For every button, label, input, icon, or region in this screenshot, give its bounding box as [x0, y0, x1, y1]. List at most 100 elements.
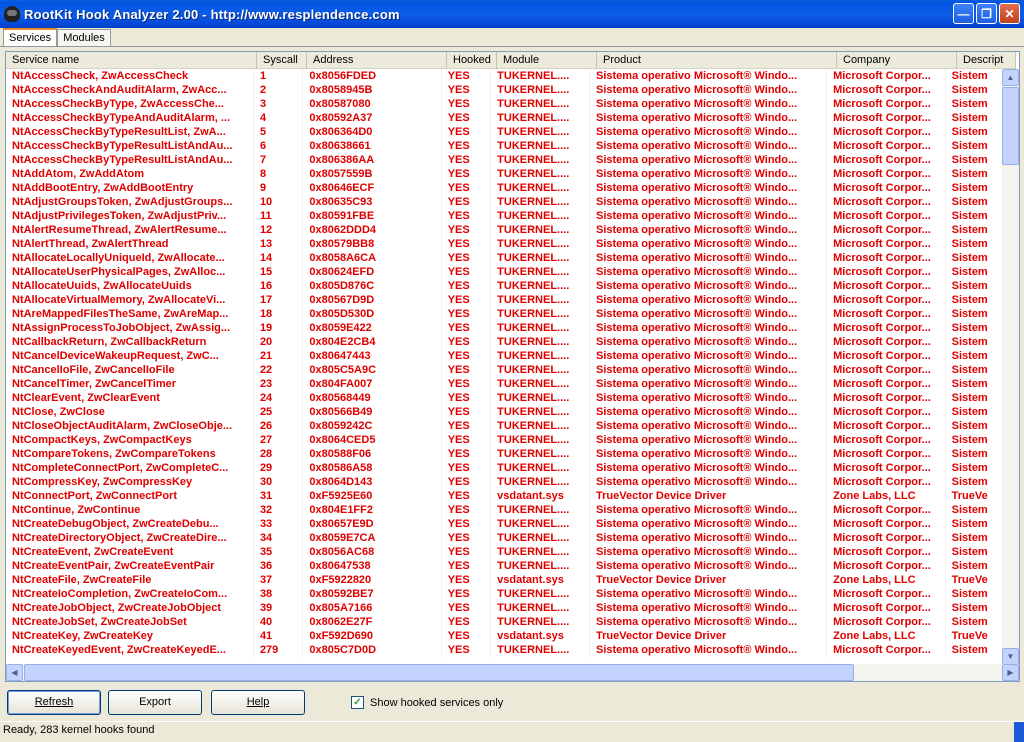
table-row[interactable]: NtCompareTokens, ZwCompareTokens 28 0x8058… [6, 447, 1004, 461]
table-row[interactable]: NtAddAtom, ZwAddAtom 8 0x8057559B YES TUKERN… [6, 167, 1004, 181]
table-row[interactable]: NtAccessCheckAndAuditAlarm, ZwAcc... 2 0x8… [6, 83, 1004, 97]
vertical-scroll-thumb[interactable] [1002, 87, 1019, 165]
table-cell: TUKERNEL.... [491, 363, 590, 377]
resize-grip-icon[interactable] [1014, 722, 1024, 742]
column-header[interactable]: Module [497, 52, 597, 69]
table-row[interactable]: NtAlertThread, ZwAlertThread 13 0x80579BB8… [6, 237, 1004, 251]
table-row[interactable]: NtAllocateVirtualMemory, ZwAllocateVi...… [6, 293, 1004, 307]
table-row[interactable]: NtCreateDebugObject, ZwCreateDebu... 33 0x… [6, 517, 1004, 531]
table-row[interactable]: NtCompleteConnectPort, ZwCompleteC... 29 0… [6, 461, 1004, 475]
table-row[interactable]: NtAssignProcessToJobObject, ZwAssig... 19… [6, 321, 1004, 335]
column-header[interactable]: Product [597, 52, 837, 69]
table-cell: TUKERNEL.... [491, 559, 590, 573]
table-row[interactable]: NtCreateEvent, ZwCreateEvent 35 0x8056AC68… [6, 545, 1004, 559]
table-cell: 14 [254, 251, 304, 265]
table-row[interactable]: NtCompressKey, ZwCompressKey 30 0x8064D143… [6, 475, 1004, 489]
hooked-only-checkbox[interactable]: ✓ Show hooked services only [351, 696, 503, 709]
table-row[interactable]: NtAllocateLocallyUniqueId, ZwAllocate...… [6, 251, 1004, 265]
table-row[interactable]: NtCreateEventPair, ZwCreateEventPair 36 0x… [6, 559, 1004, 573]
table-row[interactable]: NtAllocateUuids, ZwAllocateUuids 16 0x805D… [6, 279, 1004, 293]
vertical-scrollbar[interactable]: ▲ ▼ [1002, 69, 1019, 665]
table-cell: NtCreateJobSet, ZwCreateJobSet [6, 615, 254, 629]
scroll-left-icon[interactable]: ◀ [6, 664, 23, 681]
table-row[interactable]: NtAccessCheckByTypeResultListAndAu... 7 0x… [6, 153, 1004, 167]
table-cell: Sistem [946, 391, 1004, 405]
table-cell: Microsoft Corpor... [827, 545, 946, 559]
table-row[interactable]: NtCreateIoCompletion, ZwCreateIoCom... 38… [6, 587, 1004, 601]
tab-modules[interactable]: Modules [57, 29, 111, 47]
table-row[interactable]: NtCallbackReturn, ZwCallbackReturn 20 0x80… [6, 335, 1004, 349]
table-cell: Sistem [946, 405, 1004, 419]
table-cell: Sistem [946, 83, 1004, 97]
close-button[interactable]: ✕ [999, 3, 1020, 24]
table-row[interactable]: NtCreateDirectoryObject, ZwCreateDire...… [6, 531, 1004, 545]
table-row[interactable]: NtCloseObjectAuditAlarm, ZwCloseObje... 2… [6, 419, 1004, 433]
table-cell: 24 [254, 391, 304, 405]
services-list[interactable]: Service name Syscall Address Hooked Module Pr… [5, 51, 1020, 682]
table-row[interactable]: NtAccessCheck, ZwAccessCheck 1 0x8056FDED Y… [6, 69, 1004, 83]
table-row[interactable]: NtAddBootEntry, ZwAddBootEntry 9 0x80646EC… [6, 181, 1004, 195]
column-header[interactable]: Hooked [447, 52, 497, 69]
table-row[interactable]: NtContinue, ZwContinue 32 0x804E1FF2 YES TUK… [6, 503, 1004, 517]
maximize-button[interactable]: ❐ [976, 3, 997, 24]
minimize-button[interactable]: — [953, 3, 974, 24]
table-row[interactable]: NtAccessCheckByTypeResultList, ZwA... 5 0x… [6, 125, 1004, 139]
refresh-button[interactable]: Refresh [7, 690, 101, 715]
horizontal-scroll-thumb[interactable] [24, 664, 854, 681]
table-row[interactable]: NtAdjustGroupsToken, ZwAdjustGroups... 10… [6, 195, 1004, 209]
app-icon [4, 6, 20, 22]
table-row[interactable]: NtCreateKey, ZwCreateKey 41 0xF592D690 YES v… [6, 629, 1004, 643]
table-cell: Sistem [946, 97, 1004, 111]
table-row[interactable]: NtCompactKeys, ZwCompactKeys 27 0x8064CED5… [6, 433, 1004, 447]
table-cell: 0x8056AC68 [303, 545, 442, 559]
table-row[interactable]: NtAlertResumeThread, ZwAlertResume... 12 0… [6, 223, 1004, 237]
table-row[interactable]: NtCancelTimer, ZwCancelTimer 23 0x804FA007… [6, 377, 1004, 391]
tab-services[interactable]: Services [3, 28, 58, 47]
table-row[interactable]: NtAreMappedFilesTheSame, ZwAreMap... 18 0x… [6, 307, 1004, 321]
table-row[interactable]: NtCreateFile, ZwCreateFile 37 0xF5922820 YE… [6, 573, 1004, 587]
table-row[interactable]: NtClose, ZwClose 25 0x80566B49 YES TUKERNEL.… [6, 405, 1004, 419]
scroll-up-icon[interactable]: ▲ [1002, 69, 1019, 86]
column-header[interactable]: Descript [957, 52, 1016, 69]
table-row[interactable]: NtCancelIoFile, ZwCancelIoFile 22 0x805C5A… [6, 363, 1004, 377]
table-cell: YES [442, 153, 492, 167]
table-cell: 26 [254, 419, 304, 433]
table-row[interactable]: NtAccessCheckByTypeResultListAndAu... 6 0x… [6, 139, 1004, 153]
table-row[interactable]: NtConnectPort, ZwConnectPort 31 0xF5925E60… [6, 489, 1004, 503]
title-bar[interactable]: RootKit Hook Analyzer 2.00 - http://www.… [0, 0, 1024, 28]
column-header[interactable]: Company [837, 52, 957, 69]
table-row[interactable]: NtAllocateUserPhysicalPages, ZwAlloc... 1… [6, 265, 1004, 279]
table-cell: Sistema operativo Microsoft® Windo... [590, 503, 828, 517]
table-cell: NtCreateDebugObject, ZwCreateDebu... [6, 517, 254, 531]
table-row[interactable]: NtAccessCheckByType, ZwAccessChe... 3 0x80… [6, 97, 1004, 111]
table-cell: Sistema operativo Microsoft® Windo... [590, 139, 828, 153]
column-header[interactable]: Address [307, 52, 447, 69]
table-row[interactable]: NtCreateKeyedEvent, ZwCreateKeyedE... 279… [6, 643, 1004, 657]
table-row[interactable]: NtAdjustPrivilegesToken, ZwAdjustPriv...… [6, 209, 1004, 223]
table-cell: NtClearEvent, ZwClearEvent [6, 391, 254, 405]
table-cell: Microsoft Corpor... [827, 601, 946, 615]
table-cell: TUKERNEL.... [491, 293, 590, 307]
table-row[interactable]: NtCreateJobSet, ZwCreateJobSet 40 0x8062E2… [6, 615, 1004, 629]
scroll-right-icon[interactable]: ▶ [1002, 664, 1019, 681]
table-row[interactable]: NtCreateJobObject, ZwCreateJobObject 39 0x… [6, 601, 1004, 615]
table-cell: Sistema operativo Microsoft® Windo... [590, 97, 828, 111]
table-cell: 0x8059E422 [303, 321, 442, 335]
checkmark-icon[interactable]: ✓ [351, 696, 364, 709]
table-cell: TUKERNEL.... [491, 265, 590, 279]
export-button[interactable]: Export [108, 690, 202, 715]
scroll-down-icon[interactable]: ▼ [1002, 648, 1019, 665]
table-cell: TUKERNEL.... [491, 335, 590, 349]
table-cell: Sistem [946, 167, 1004, 181]
table-cell: TUKERNEL.... [491, 461, 590, 475]
table-row[interactable]: NtClearEvent, ZwClearEvent 24 0x80568449 YE… [6, 391, 1004, 405]
column-header[interactable]: Service name [6, 52, 257, 69]
table-row[interactable]: NtCancelDeviceWakeupRequest, ZwC... 21 0x8… [6, 349, 1004, 363]
table-cell: Sistem [946, 587, 1004, 601]
table-row[interactable]: NtAccessCheckByTypeAndAuditAlarm, ... 4 0x… [6, 111, 1004, 125]
horizontal-scrollbar[interactable]: ◀ ▶ [6, 664, 1019, 681]
table-cell: TUKERNEL.... [491, 517, 590, 531]
table-cell: YES [442, 139, 492, 153]
help-button[interactable]: Help [211, 690, 305, 715]
column-header[interactable]: Syscall [257, 52, 307, 69]
